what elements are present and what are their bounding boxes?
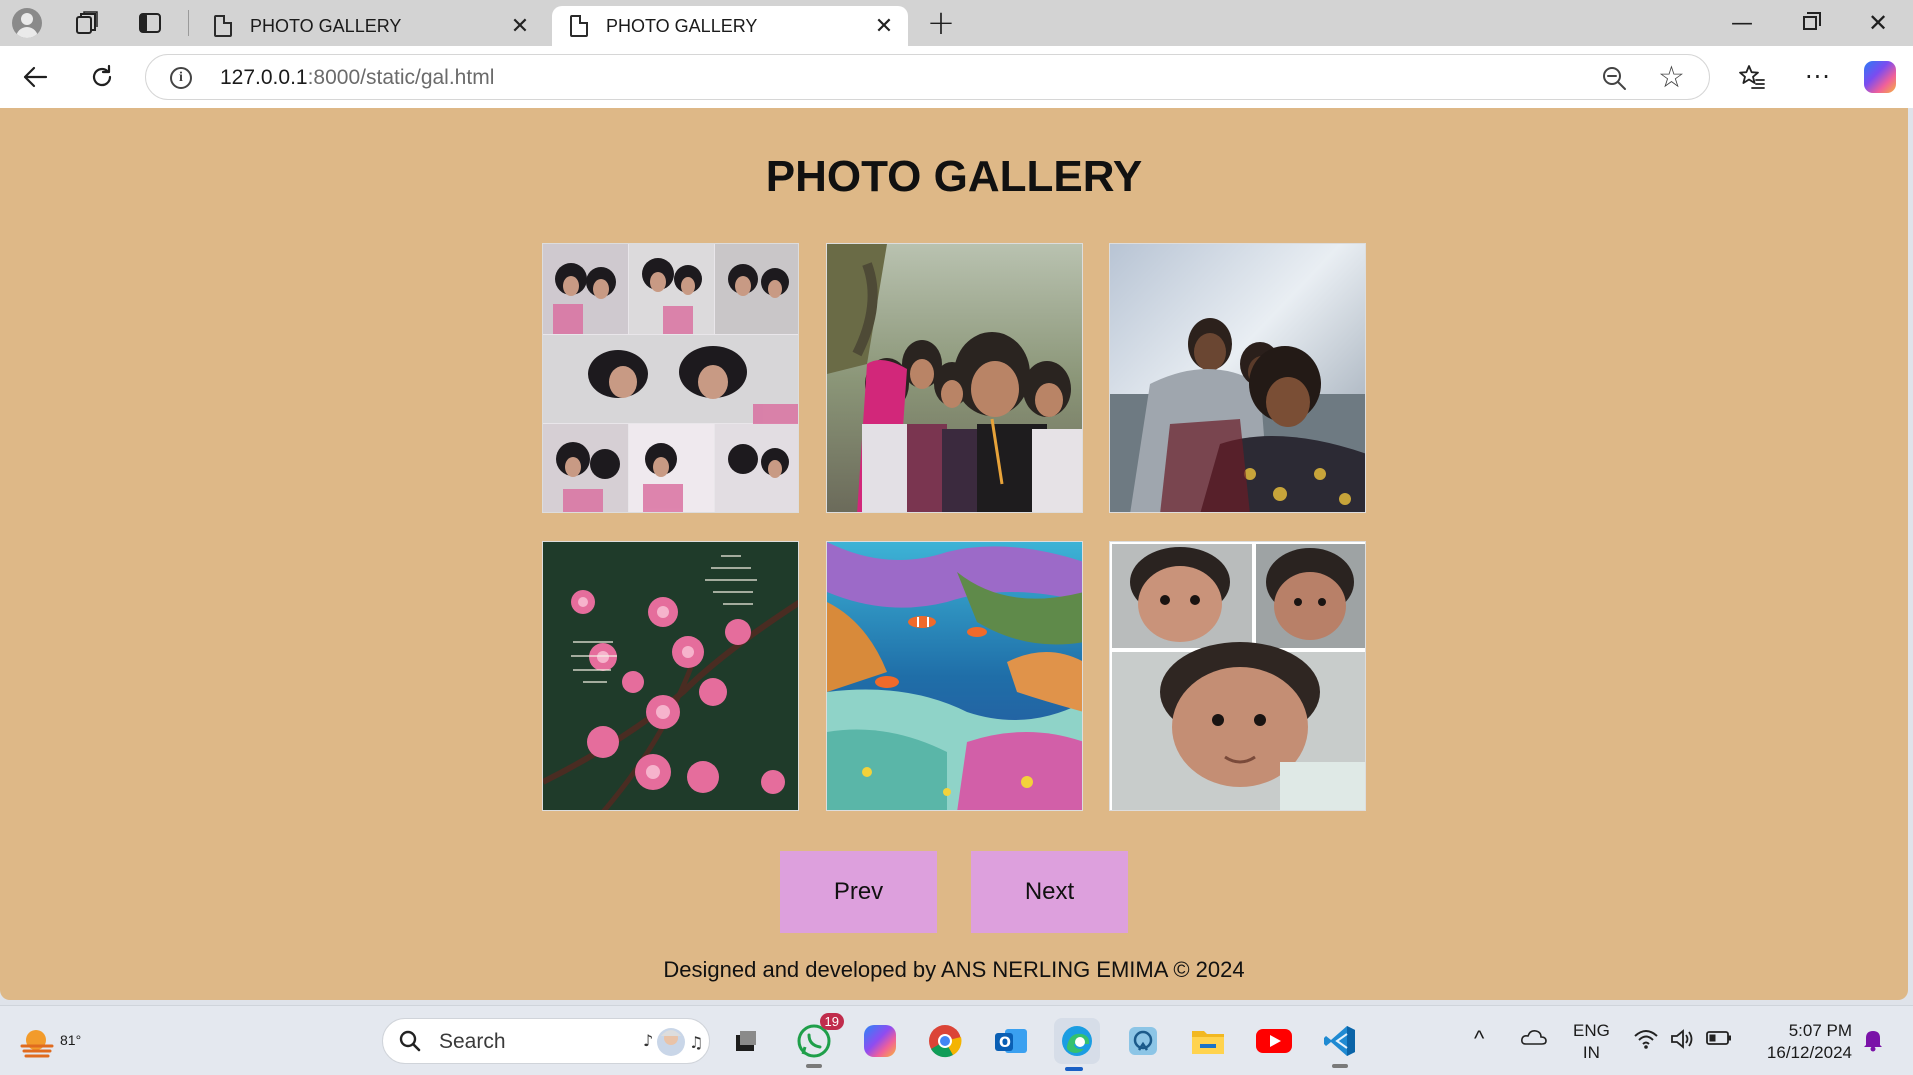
browser-toolbar: i 127.0.0.1:8000/static/gal.html ☆ ··· bbox=[0, 46, 1913, 108]
show-hidden-icons-chevron-icon[interactable]: ^ bbox=[1474, 1026, 1484, 1052]
reload-icon[interactable] bbox=[84, 60, 120, 94]
svg-text:♫: ♫ bbox=[689, 1033, 703, 1052]
tab-photo-gallery-1[interactable]: PHOTO GALLERY ✕ bbox=[196, 6, 544, 46]
teams-meet-icon[interactable] bbox=[1123, 1021, 1163, 1061]
svg-text:O: O bbox=[999, 1035, 1011, 1051]
close-tab-icon[interactable]: ✕ bbox=[506, 14, 534, 39]
photo-family-selfie-at-beach[interactable] bbox=[1109, 243, 1366, 513]
photo-grid bbox=[542, 243, 1366, 811]
photo-group-selfie-of-girls[interactable] bbox=[826, 243, 1083, 513]
tab-title: PHOTO GALLERY bbox=[250, 15, 402, 36]
photo-collage-of-two-girls[interactable] bbox=[542, 243, 799, 513]
profile-icon[interactable] bbox=[10, 8, 44, 38]
search-highlight-art-icon: ♪ ♫ bbox=[643, 1028, 703, 1056]
wifi-icon[interactable] bbox=[1633, 1028, 1659, 1055]
vscode-icon[interactable] bbox=[1320, 1021, 1360, 1068]
search-icon bbox=[399, 1030, 421, 1052]
page-icon bbox=[214, 15, 232, 37]
new-tab-icon[interactable]: + bbox=[924, 3, 958, 43]
chrome-icon[interactable] bbox=[925, 1021, 965, 1061]
search-placeholder: Search bbox=[439, 1030, 506, 1053]
active-app-indicator bbox=[1065, 1067, 1083, 1071]
photo-baby-collage[interactable] bbox=[1109, 541, 1366, 811]
tab-photo-gallery-2[interactable]: PHOTO GALLERY ✕ bbox=[552, 6, 908, 46]
start-icon[interactable] bbox=[323, 1021, 360, 1058]
browser-tab-strip: PHOTO GALLERY ✕ PHOTO GALLERY ✕ + — ✕ bbox=[0, 0, 1913, 46]
next-button[interactable]: Next bbox=[971, 851, 1128, 933]
tab-separator bbox=[188, 10, 189, 36]
whatsapp-unread-badge: 19 bbox=[819, 1013, 844, 1030]
footer-credit: Designed and developed by ANS NERLING EM… bbox=[663, 957, 1245, 982]
task-view-icon[interactable] bbox=[726, 1021, 766, 1061]
page-icon bbox=[570, 15, 588, 37]
zoom-out-icon[interactable] bbox=[1601, 65, 1627, 91]
photo-pink-blossoms-with-verse[interactable] bbox=[542, 541, 799, 811]
outlook-icon[interactable]: O bbox=[991, 1021, 1031, 1061]
favorite-star-icon[interactable]: ☆ bbox=[1658, 60, 1685, 95]
more-icon[interactable]: ··· bbox=[1800, 60, 1836, 94]
taskbar-search[interactable]: Search ♪ ♫ bbox=[382, 1018, 710, 1064]
minimize-icon[interactable]: — bbox=[1725, 8, 1759, 38]
svg-text:♪: ♪ bbox=[643, 1031, 653, 1050]
running-indicator bbox=[1332, 1064, 1348, 1068]
prev-button[interactable]: Prev bbox=[780, 851, 937, 933]
photo-coral-reef[interactable] bbox=[826, 541, 1083, 811]
clock[interactable]: 5:07 PM 16/12/2024 bbox=[1740, 1020, 1852, 1064]
close-tab-icon[interactable]: ✕ bbox=[870, 14, 898, 39]
running-indicator bbox=[806, 1064, 822, 1068]
copilot-app-icon[interactable] bbox=[860, 1021, 900, 1061]
copilot-icon[interactable] bbox=[1862, 60, 1898, 94]
youtube-icon[interactable] bbox=[1254, 1021, 1294, 1061]
edge-icon[interactable] bbox=[1054, 1018, 1100, 1071]
workspaces-icon[interactable] bbox=[70, 8, 104, 38]
page-viewport: PHOTO GALLERY Prev Next Designed and dev… bbox=[0, 108, 1908, 1000]
file-explorer-icon[interactable] bbox=[1188, 1021, 1228, 1061]
battery-icon[interactable] bbox=[1706, 1030, 1732, 1051]
url-text[interactable]: 127.0.0.1:8000/static/gal.html bbox=[220, 66, 494, 90]
whatsapp-icon[interactable]: 19 bbox=[794, 1013, 844, 1068]
close-window-icon[interactable]: ✕ bbox=[1861, 8, 1895, 38]
address-bar[interactable]: i 127.0.0.1:8000/static/gal.html ☆ bbox=[145, 54, 1710, 100]
tab-title: PHOTO GALLERY bbox=[606, 15, 758, 36]
vertical-tabs-icon[interactable] bbox=[133, 8, 167, 38]
volume-icon[interactable] bbox=[1670, 1028, 1696, 1055]
back-icon[interactable] bbox=[17, 60, 53, 94]
sun-haze-icon bbox=[20, 1030, 54, 1058]
onedrive-icon[interactable] bbox=[1520, 1028, 1548, 1051]
restore-icon[interactable] bbox=[1793, 8, 1827, 38]
page-title: PHOTO GALLERY bbox=[765, 152, 1143, 201]
windows-taskbar: 81° Search ♪ ♫ 19 O ^ ENG IN 5:07 PM 16/… bbox=[0, 1005, 1913, 1075]
language-indicator[interactable]: ENG IN bbox=[1573, 1020, 1610, 1064]
site-info-icon[interactable]: i bbox=[170, 67, 192, 89]
weather-temperature: 81° bbox=[60, 1032, 82, 1048]
favorites-icon[interactable] bbox=[1734, 60, 1770, 94]
notification-bell-icon[interactable] bbox=[1862, 1028, 1884, 1057]
weather-widget[interactable]: 81° bbox=[18, 1020, 81, 1064]
